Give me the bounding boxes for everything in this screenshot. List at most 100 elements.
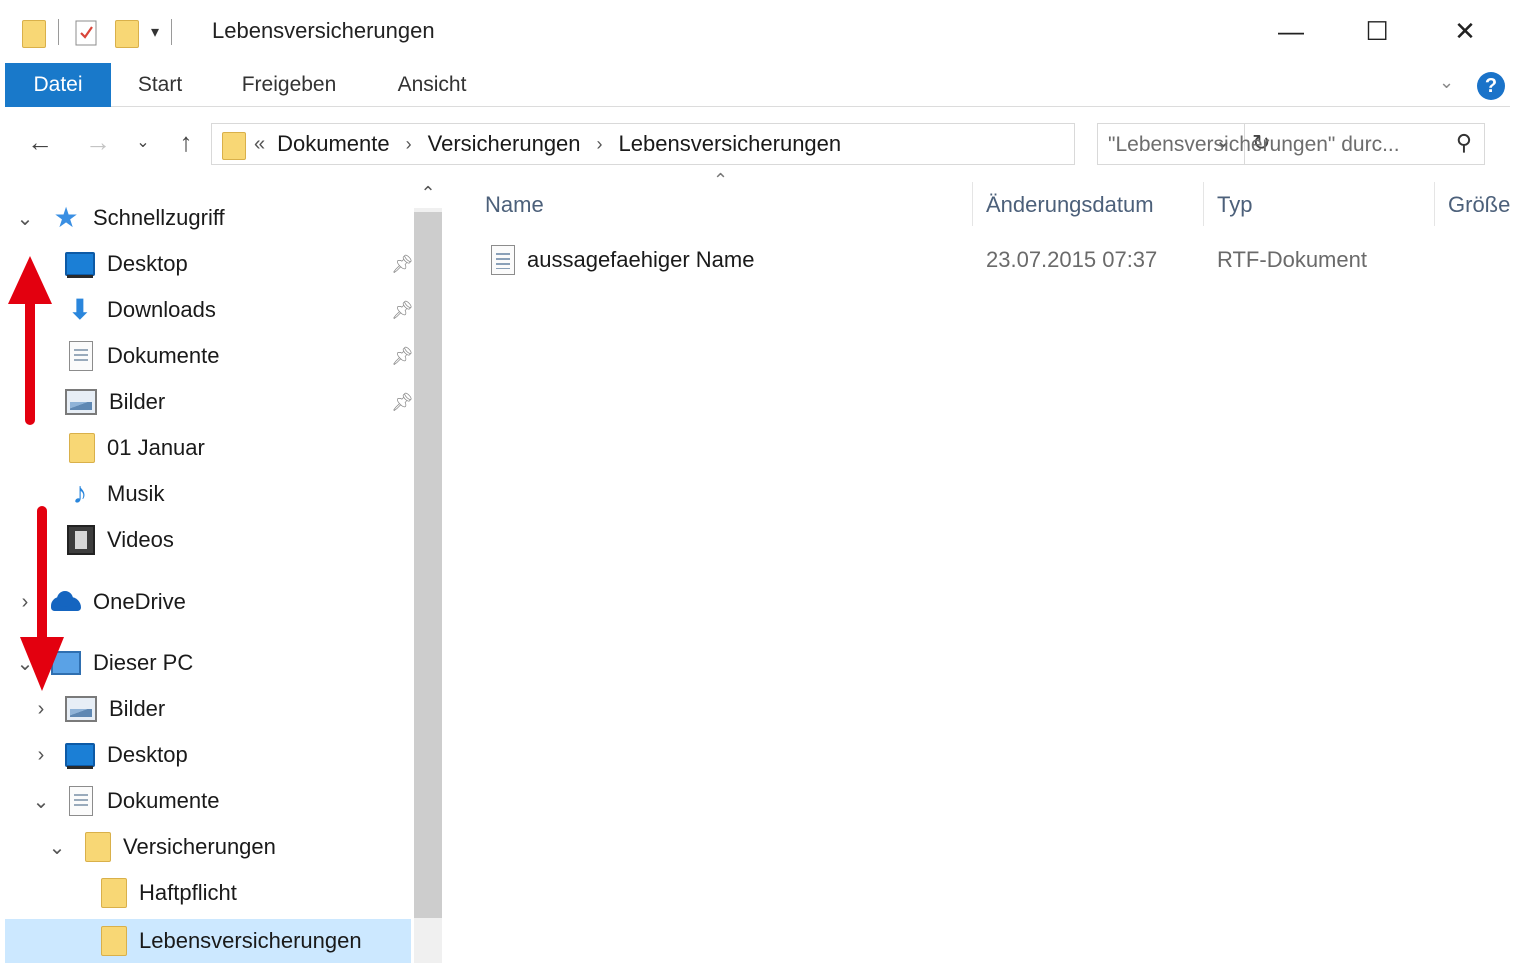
annotation-arrow-down	[20, 506, 64, 691]
scrollbar-thumb[interactable]	[414, 212, 442, 918]
desktop-icon	[65, 743, 95, 769]
nav-label: Versicherungen	[123, 834, 276, 859]
nav-label: Musik	[107, 481, 165, 506]
file-name: aussagefaehiger Name	[527, 247, 755, 272]
expand-ribbon-icon[interactable]: ⌄	[1439, 72, 1454, 93]
desktop-icon	[65, 252, 95, 278]
pin-icon[interactable]: 📌︎	[391, 300, 414, 321]
file-row[interactable]: aussagefaehiger Name 23.07.2015 07:37 RT…	[485, 240, 1505, 280]
column-divider[interactable]	[1434, 182, 1435, 226]
quick-access-toolbar: ▾	[20, 14, 173, 50]
nav-label: Downloads	[107, 297, 216, 322]
chevron-down-icon[interactable]: ⌄	[31, 789, 51, 814]
nav-label: OneDrive	[93, 589, 186, 614]
rtf-document-icon	[491, 245, 515, 275]
ribbon-tabs: Datei Start Freigeben Ansicht ⌄ ?	[5, 63, 1510, 107]
folder-icon	[69, 433, 95, 463]
tab-start[interactable]: Start	[123, 63, 197, 107]
pin-icon[interactable]: 📌︎	[391, 254, 414, 275]
pin-icon[interactable]: 📌︎	[391, 392, 414, 413]
toolbar-separator	[58, 19, 59, 45]
file-type: RTF-Dokument	[1217, 247, 1367, 272]
nav-item-downloads[interactable]: ⬇ Downloads 📌︎	[5, 290, 414, 330]
nav-label: Dokumente	[107, 788, 220, 813]
nav-item-bilder[interactable]: Bilder 📌︎	[5, 382, 414, 422]
folder-icon	[85, 832, 111, 862]
column-divider[interactable]	[1203, 182, 1204, 226]
tab-ansicht[interactable]: Ansicht	[387, 63, 477, 107]
folder-icon	[220, 129, 246, 160]
documents-icon	[69, 786, 93, 816]
tab-freigeben[interactable]: Freigeben	[231, 63, 347, 107]
column-divider[interactable]	[972, 182, 973, 226]
downloads-icon: ⬇	[68, 294, 92, 325]
nav-item-desktop[interactable]: Desktop 📌︎	[5, 244, 414, 284]
column-header-size[interactable]: Größe	[1448, 182, 1510, 228]
nav-pc-dokumente[interactable]: ⌄ Dokumente	[5, 781, 410, 821]
search-icon[interactable]: ⚲	[1456, 130, 1472, 156]
chevron-down-icon[interactable]: ⌄	[47, 835, 67, 860]
address-bar[interactable]: « Dokumente › Versicherungen › Lebensver…	[211, 123, 1270, 165]
title-bar: ▾ Lebensversicherungen — ☐ ✕	[0, 0, 1524, 62]
nav-label: Desktop	[107, 742, 188, 767]
close-button[interactable]: ✕	[1430, 8, 1500, 54]
scroll-up-icon[interactable]: ⌃	[414, 178, 442, 208]
customize-toolbar-icon[interactable]: ▾	[151, 22, 159, 42]
folder-icon	[101, 878, 127, 908]
maximize-button[interactable]: ☐	[1342, 8, 1412, 54]
chevron-right-icon[interactable]: ›	[406, 134, 412, 155]
pictures-icon	[65, 389, 97, 415]
pin-icon[interactable]: 📌︎	[391, 346, 414, 367]
nav-label: Schnellzugriff	[93, 205, 225, 230]
forward-arrow-icon[interactable]: →	[80, 122, 116, 162]
search-box[interactable]: ⚲	[1097, 123, 1485, 165]
nav-item-01-januar[interactable]: 01 Januar	[5, 428, 410, 468]
nav-label: Lebensversicherungen	[139, 928, 362, 953]
chevron-right-icon[interactable]: ›	[597, 134, 603, 155]
nav-label: Bilder	[109, 389, 166, 414]
nav-item-dokumente[interactable]: Dokumente 📌︎	[5, 336, 414, 376]
properties-icon[interactable]	[73, 17, 99, 47]
nav-label: Dokumente	[107, 343, 220, 368]
nav-pc-desktop[interactable]: › Desktop	[5, 735, 410, 775]
annotation-arrow-up	[8, 256, 52, 425]
chevron-right-icon[interactable]: ›	[31, 698, 51, 721]
nav-quick-access[interactable]: ⌄ ★ Schnellzugriff	[5, 198, 410, 238]
chevron-down-icon[interactable]: ⌄	[15, 206, 35, 231]
new-folder-icon[interactable]	[113, 17, 139, 48]
breadcrumb-lebensversicherungen[interactable]: Lebensversicherungen	[619, 131, 842, 157]
navigation-scrollbar[interactable]: ⌃	[414, 178, 444, 963]
file-name-cell[interactable]: aussagefaehiger Name	[491, 240, 754, 280]
nav-label: Bilder	[109, 696, 166, 721]
folder-icon	[20, 17, 46, 48]
search-input[interactable]	[1108, 130, 1438, 160]
nav-label: Haftpflicht	[139, 880, 237, 905]
documents-icon	[69, 341, 93, 371]
chevron-right-icon[interactable]: ›	[31, 744, 51, 767]
file-modified: 23.07.2015 07:37	[986, 247, 1158, 272]
star-icon: ★	[53, 202, 79, 233]
toolbar-separator	[171, 19, 173, 45]
nav-pc-versicherungen[interactable]: ⌄ Versicherungen	[5, 827, 410, 867]
back-arrow-icon[interactable]: ←	[22, 122, 58, 162]
column-header-modified[interactable]: Änderungsdatum	[986, 182, 1196, 228]
minimize-button[interactable]: —	[1256, 8, 1326, 54]
breadcrumb-overflow[interactable]: «	[254, 133, 265, 156]
nav-label: 01 Januar	[107, 435, 205, 460]
tab-datei[interactable]: Datei	[5, 63, 111, 107]
help-icon[interactable]: ?	[1477, 72, 1505, 100]
nav-pc-haftpflicht[interactable]: Haftpflicht	[5, 873, 410, 913]
nav-label: Dieser PC	[93, 650, 194, 675]
nav-label: Desktop	[107, 251, 188, 276]
nav-pc-lebensversicherungen[interactable]: Lebensversicherungen	[5, 919, 411, 963]
column-header-type[interactable]: Typ	[1217, 182, 1427, 228]
window-title: Lebensversicherungen	[212, 18, 435, 43]
up-arrow-icon[interactable]: ↑	[168, 122, 204, 162]
recent-locations-icon[interactable]: ⌄	[130, 122, 156, 162]
breadcrumb-dokumente[interactable]: Dokumente	[277, 131, 390, 157]
breadcrumb-versicherungen[interactable]: Versicherungen	[428, 131, 581, 157]
folder-icon	[101, 926, 127, 956]
column-header-name[interactable]: Name	[485, 182, 965, 228]
pictures-icon	[65, 696, 97, 722]
nav-label: Videos	[107, 527, 174, 552]
